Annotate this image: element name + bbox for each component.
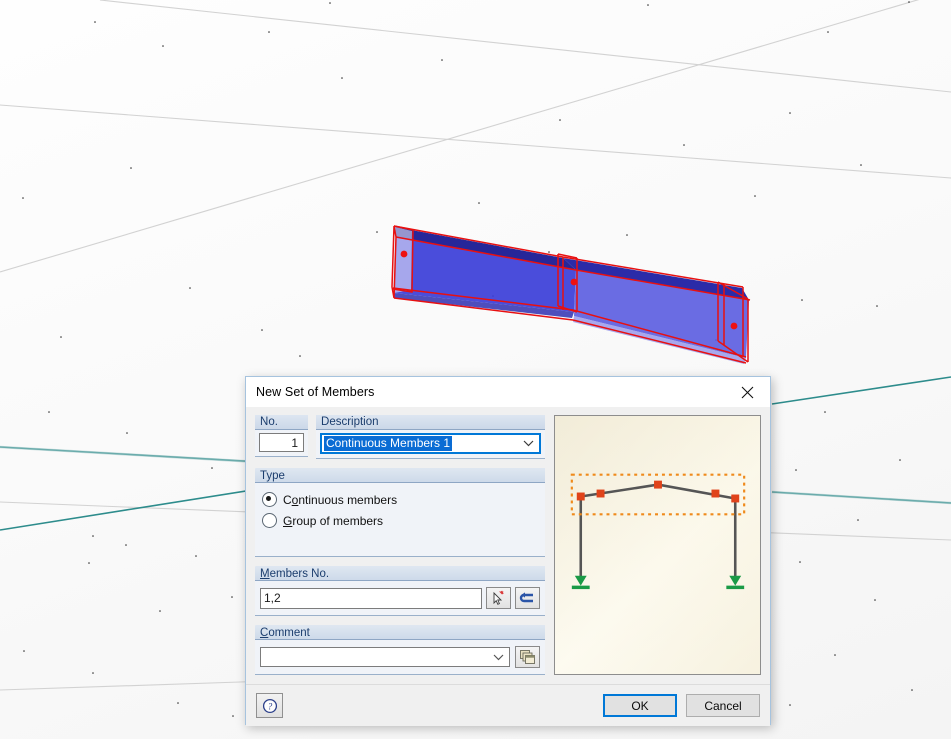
svg-text:?: ?	[267, 701, 272, 711]
close-icon[interactable]	[725, 377, 770, 407]
members-no-label: Members No.	[255, 566, 546, 581]
reverse-arrow-icon[interactable]	[515, 587, 541, 609]
no-description-row: No. Description Continuous Members 1	[255, 415, 546, 459]
members-no-label-rest: embers No.	[269, 568, 330, 580]
no-label: No.	[255, 415, 308, 430]
comment-row	[260, 646, 541, 668]
close-glyph	[741, 386, 754, 398]
radio-continuous-members-label: Continuous members	[283, 492, 398, 507]
radio-group-of-members-label: Group of members	[283, 513, 384, 528]
select-pointer-icon[interactable]	[486, 587, 512, 609]
type-group: Type Continuous members Group of members	[255, 468, 546, 557]
description-field-wrap: Continuous Members 1	[316, 430, 546, 459]
type-group-body: Continuous members Group of members	[255, 483, 546, 557]
no-input[interactable]	[259, 433, 304, 452]
chevron-down-icon[interactable]	[517, 440, 539, 447]
radio-continuous-members-indicator[interactable]	[262, 492, 277, 507]
radio-continuous-members[interactable]: Continuous members	[262, 492, 540, 507]
copy-windows-icon[interactable]	[515, 646, 541, 668]
help-question-glyph: ?	[262, 698, 277, 713]
select-pointer-glyph	[493, 590, 504, 605]
members-no-group: Members No.	[255, 566, 546, 616]
description-label-rest: escription	[329, 416, 379, 428]
copy-windows-glyph	[519, 650, 535, 664]
frame-preview[interactable]	[554, 415, 761, 675]
frame-columns	[579, 496, 737, 584]
members-no-group-body	[255, 581, 546, 616]
chevron-down-glyph	[523, 440, 534, 447]
chevron-down-glyph	[493, 654, 504, 660]
radio-group-of-members-indicator[interactable]	[262, 513, 277, 528]
cancel-button[interactable]: Cancel	[686, 694, 760, 717]
dialog-left-column: No. Description Continuous Members 1	[255, 415, 546, 684]
comment-label: Comment	[255, 625, 546, 640]
members-no-label-underline-char: M	[260, 568, 270, 580]
comment-group-body	[255, 640, 546, 675]
members-no-input[interactable]	[260, 587, 483, 609]
description-value: Continuous Members 1	[324, 436, 453, 451]
frame-preview-drawing	[570, 473, 746, 590]
comment-label-rest: omment	[268, 627, 310, 639]
dialog-footer: ? OK Cancel	[246, 684, 770, 726]
no-field-wrap	[255, 430, 308, 457]
description-combobox[interactable]: Continuous Members 1	[320, 433, 542, 454]
i-beam-model	[391, 225, 751, 364]
type-group-label: Type	[255, 468, 546, 483]
dialog-title: New Set of Members	[256, 385, 375, 399]
members-no-row	[260, 587, 541, 609]
comment-combobox[interactable]	[260, 647, 511, 667]
description-field-group: Description Continuous Members 1	[316, 415, 546, 459]
dialog-title-bar[interactable]: New Set of Members	[246, 377, 770, 407]
frame-nodes	[577, 480, 740, 503]
comment-group: Comment	[255, 625, 546, 675]
no-label-rest: o.	[268, 416, 278, 428]
description-label: Description	[316, 415, 546, 430]
radio-group-of-members[interactable]: Group of members	[262, 513, 540, 528]
frame-supports	[572, 575, 745, 590]
chevron-down-icon[interactable]	[487, 654, 509, 661]
ok-button[interactable]: OK	[603, 694, 677, 717]
application-root: New Set of Members No. 1 Description Con…	[0, 0, 951, 739]
reverse-arrow-glyph	[519, 592, 533, 603]
no-field-group: No.	[255, 415, 308, 459]
help-question-icon[interactable]: ?	[256, 693, 283, 718]
dialog-body: No. Description Continuous Members 1	[246, 407, 770, 684]
new-set-of-members-dialog: New Set of Members No. 1 Description Con…	[245, 376, 771, 726]
